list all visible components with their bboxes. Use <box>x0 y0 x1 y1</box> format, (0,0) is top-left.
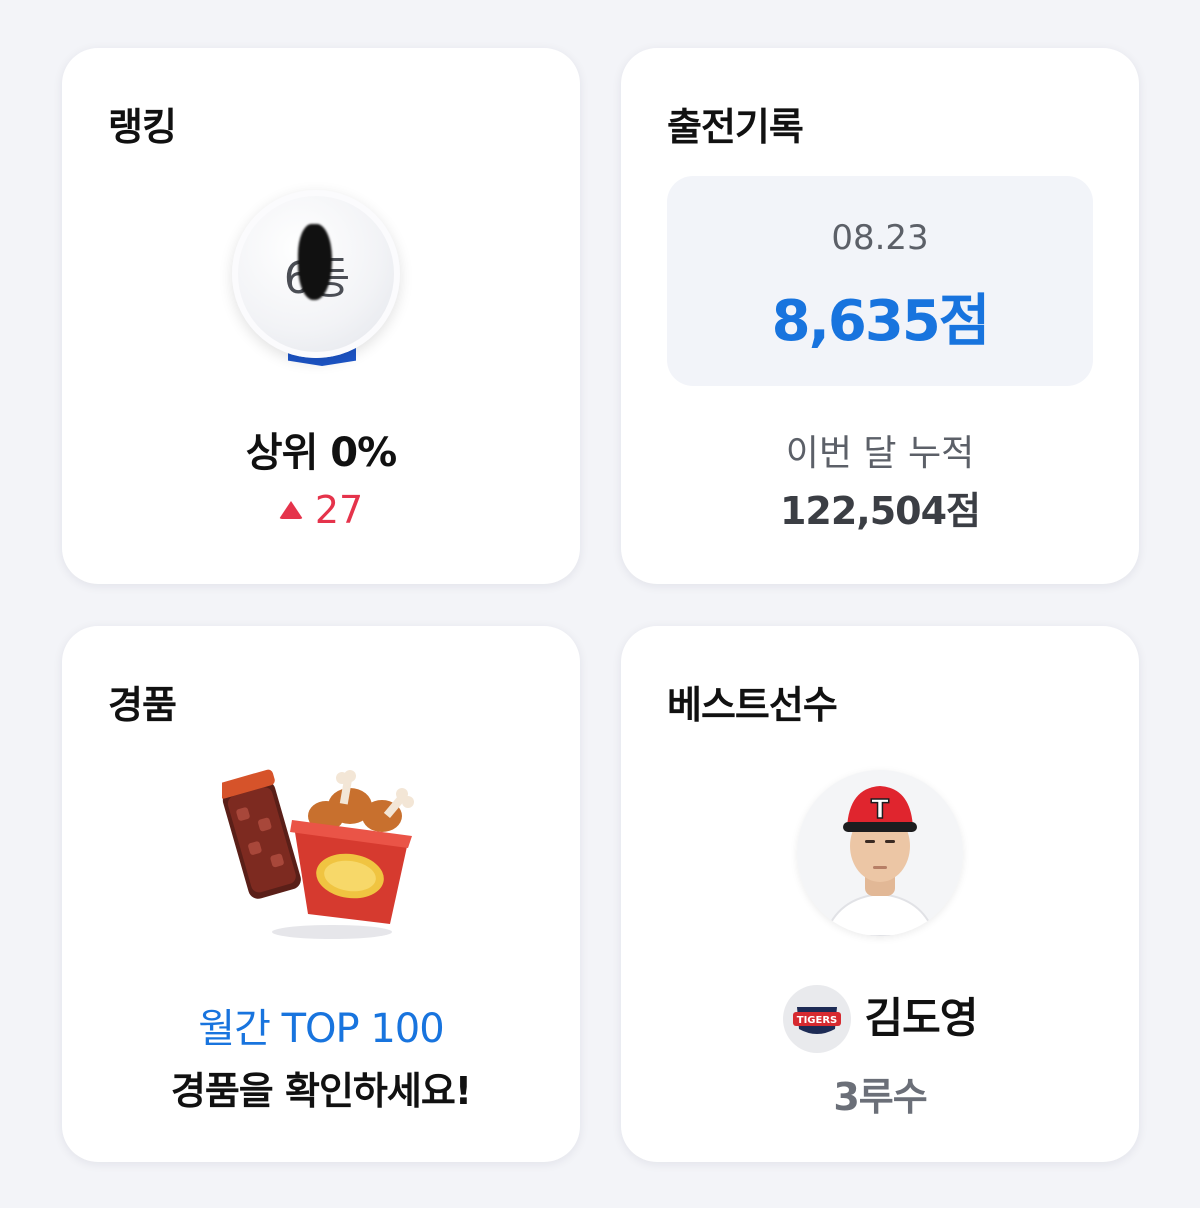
prize-headline: 월간 TOP 100 <box>198 1006 444 1052</box>
month-total-label: 이번 달 누적 <box>785 433 975 474</box>
player-avatar: T <box>797 770 963 936</box>
rank-change-value: 27 <box>314 488 364 532</box>
best-player-card[interactable]: 베스트선수 T TIGERS 김도영 3루수 <box>621 626 1139 1162</box>
attendance-title: 출전기록 <box>667 105 804 149</box>
ranking-title: 랭킹 <box>108 105 177 149</box>
player-position: 3루수 <box>833 1075 927 1119</box>
month-total-value: 122,504점 <box>779 489 981 533</box>
ranking-card[interactable]: 랭킹 6등 상위 0% 27 <box>62 48 580 584</box>
player-portrait-icon: T <box>797 770 963 936</box>
daily-score-box: 08.23 8,635점 <box>667 176 1093 386</box>
prize-card[interactable]: 경품 월간 TOP 100 경품을 확인하세요! <box>62 626 580 1162</box>
score-date: 08.23 <box>831 218 929 258</box>
prize-title: 경품 <box>108 683 177 727</box>
player-name-row: TIGERS 김도영 <box>621 982 1139 1054</box>
cola-chicken-icon <box>222 769 414 939</box>
rank-redaction <box>298 224 332 300</box>
svg-text:TIGERS: TIGERS <box>796 1015 836 1026</box>
player-name: 김도영 <box>864 993 979 1043</box>
svg-text:T: T <box>871 795 889 825</box>
best-player-title: 베스트선수 <box>667 683 838 727</box>
daily-score: 8,635점 <box>771 289 991 354</box>
medal-disc: 6등 <box>232 190 400 358</box>
rank-percentile: 상위 0% <box>245 430 397 476</box>
rank-change: 27 <box>62 488 580 532</box>
up-triangle-icon <box>278 500 303 519</box>
tigers-logo-icon: TIGERS <box>782 984 851 1053</box>
attendance-card[interactable]: 출전기록 08.23 8,635점 이번 달 누적 122,504점 <box>621 48 1139 584</box>
prize-subline: 경품을 확인하세요! <box>170 1069 472 1113</box>
rank-medal-icon: 6등 <box>232 190 410 390</box>
